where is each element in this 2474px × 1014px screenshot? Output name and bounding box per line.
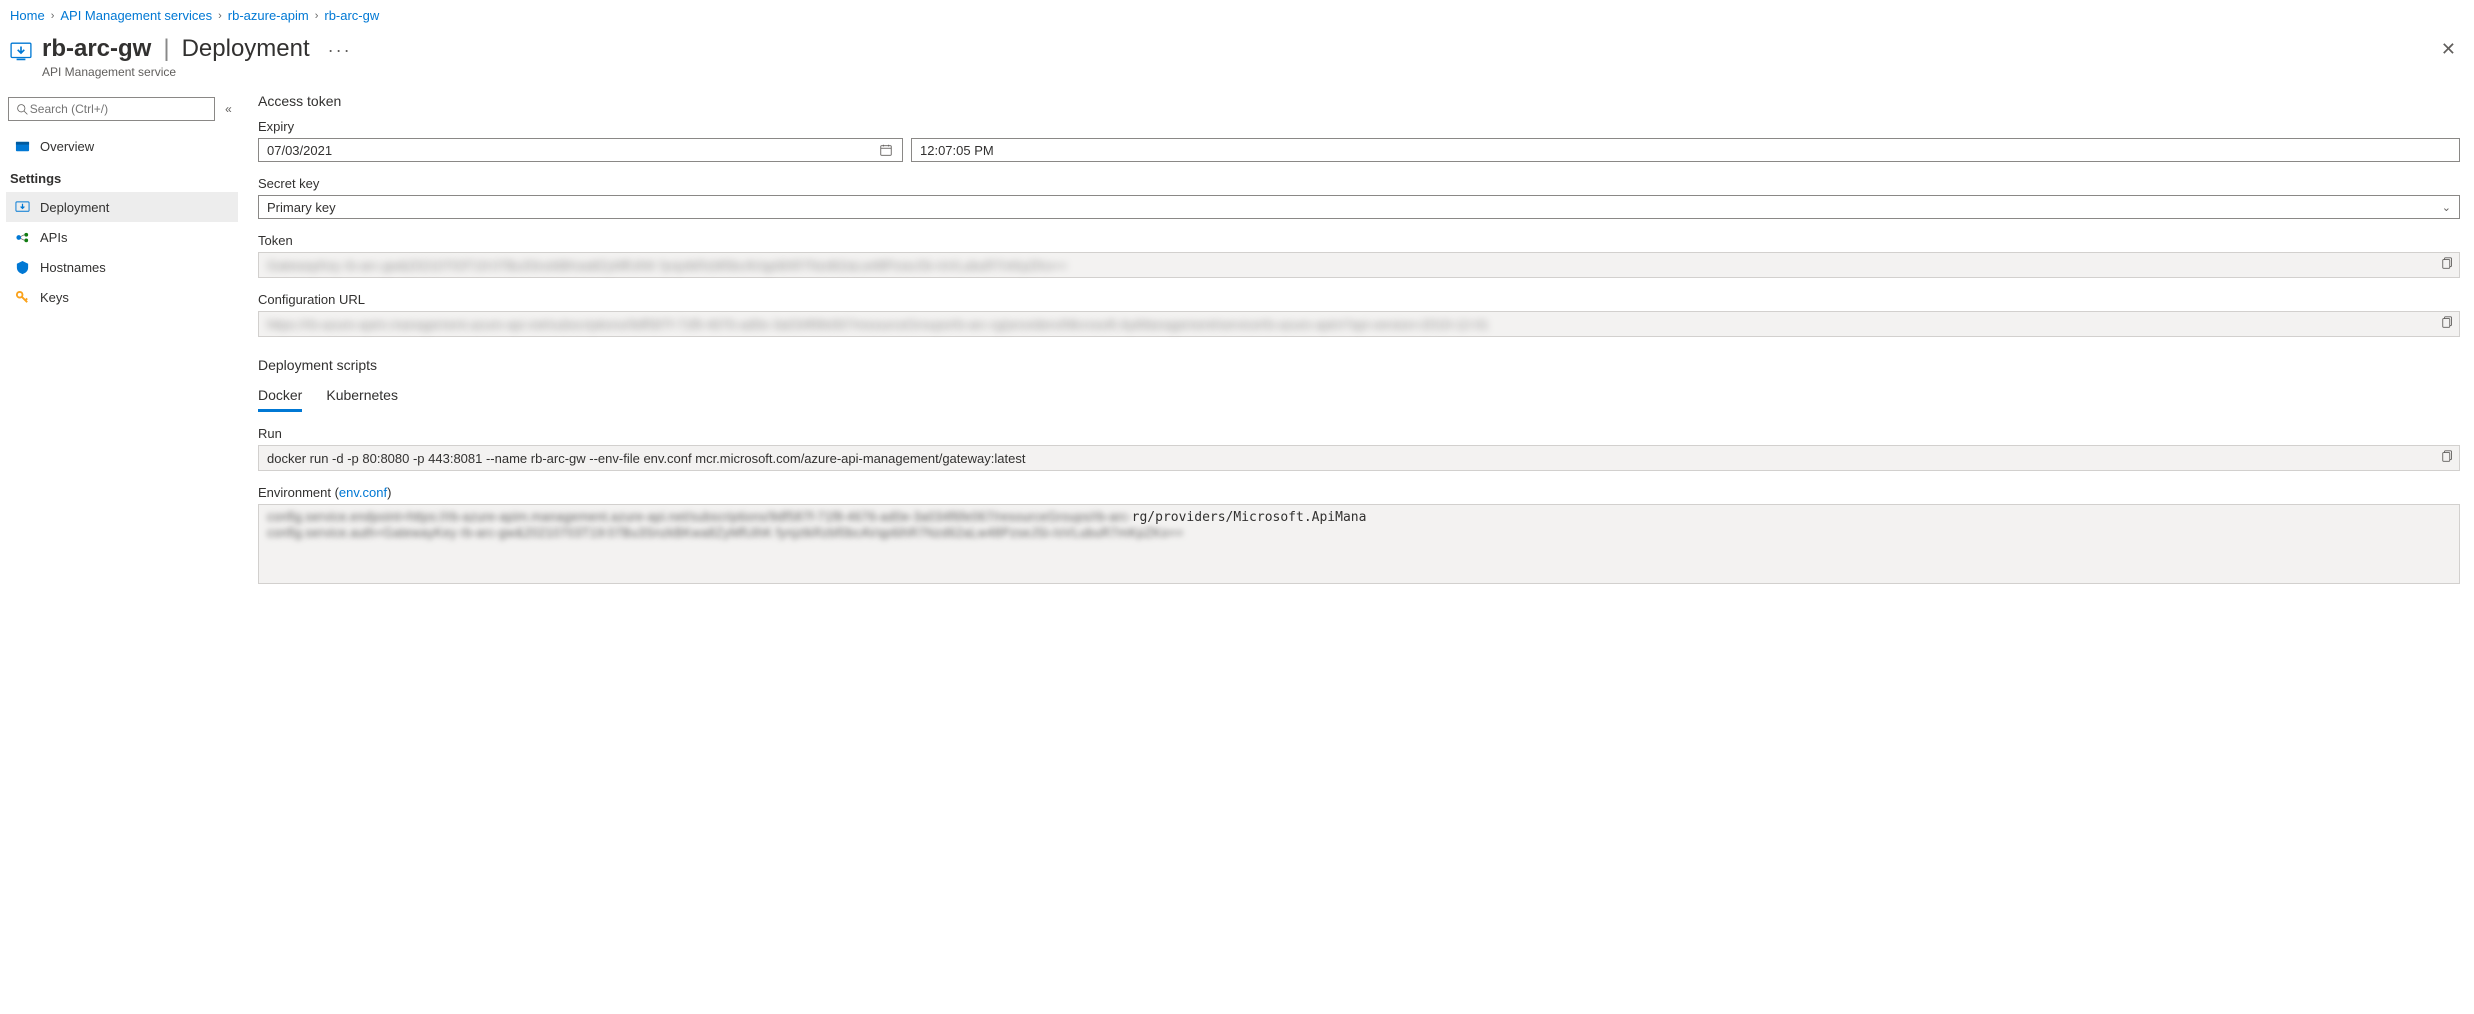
expiry-label: Expiry (258, 119, 2460, 134)
sidebar-item-label: Keys (40, 290, 69, 305)
sidebar-section-settings: Settings (6, 161, 238, 192)
main-content: Access token Expiry 07/03/2021 12:07:05 … (238, 89, 2474, 618)
run-label: Run (258, 426, 2460, 441)
expiry-time-value: 12:07:05 PM (920, 143, 994, 158)
hostnames-icon (14, 259, 30, 275)
config-url-value: https://rb-azure-apim.management.azure-a… (267, 317, 1489, 332)
expiry-date-input[interactable]: 07/03/2021 (258, 138, 903, 162)
breadcrumb: Home › API Management services › rb-azur… (0, 0, 2474, 31)
breadcrumb-home[interactable]: Home (10, 8, 45, 23)
chevron-right-icon: › (315, 10, 319, 22)
overview-icon (14, 138, 30, 154)
title-separator: | (163, 35, 169, 63)
deployment-tabs: Docker Kubernetes (258, 387, 2460, 412)
tab-kubernetes[interactable]: Kubernetes (326, 387, 398, 412)
secret-key-value: Primary key (267, 200, 336, 215)
page-title: Deployment (182, 35, 310, 63)
expiry-time-input[interactable]: 12:07:05 PM (911, 138, 2460, 162)
run-value: docker run -d -p 80:8080 -p 443:8081 --n… (267, 451, 1025, 466)
token-value: GatewayKey rb-arc-gw&20210703T19:07Bu3Sn… (267, 258, 1067, 273)
sidebar-item-label: Hostnames (40, 260, 106, 275)
breadcrumb-rb-arc-gw[interactable]: rb-arc-gw (324, 8, 379, 23)
sidebar-item-overview[interactable]: Overview (6, 131, 238, 161)
calendar-icon[interactable] (878, 142, 894, 158)
copy-token-button[interactable] (2441, 256, 2455, 273)
access-token-heading: Access token (258, 93, 2460, 109)
environment-label: Environment (env.conf) (258, 485, 2460, 500)
secret-key-select[interactable]: Primary key ⌄ (258, 195, 2460, 219)
close-button[interactable]: ✕ (2437, 35, 2460, 64)
env-line1-visible: rg/providers/Microsoft.ApiMana (1132, 510, 1367, 525)
chevron-right-icon: › (51, 10, 55, 22)
sidebar-item-label: Deployment (40, 200, 109, 215)
env-conf-link[interactable]: env.conf (339, 485, 387, 500)
sidebar-item-label: Overview (40, 139, 94, 154)
resource-name: rb-arc-gw (42, 35, 151, 63)
sidebar-item-apis[interactable]: APIs (6, 222, 238, 252)
chevron-right-icon: › (218, 10, 222, 22)
deployment-icon (14, 199, 30, 215)
more-actions-button[interactable]: ··· (328, 40, 352, 61)
deployment-scripts-heading: Deployment scripts (258, 357, 2460, 373)
sidebar: » Overview Settings Deployment APIs (0, 89, 238, 618)
tab-docker[interactable]: Docker (258, 387, 302, 412)
breadcrumb-apim-services[interactable]: API Management services (60, 8, 212, 23)
sidebar-item-deployment[interactable]: Deployment (6, 192, 238, 222)
copy-config-url-button[interactable] (2441, 315, 2455, 332)
expiry-date-value: 07/03/2021 (267, 143, 332, 158)
sidebar-item-hostnames[interactable]: Hostnames (6, 252, 238, 282)
config-url-label: Configuration URL (258, 292, 2460, 307)
sidebar-item-label: APIs (40, 230, 67, 245)
sidebar-search-input[interactable] (30, 102, 209, 116)
token-field[interactable]: GatewayKey rb-arc-gw&20210703T19:07Bu3Sn… (258, 252, 2460, 278)
collapse-sidebar-button[interactable]: » (225, 102, 232, 116)
run-field[interactable]: docker run -d -p 80:8080 -p 443:8081 --n… (258, 445, 2460, 471)
env-line1-blurred: config.service.endpoint=https://rb-azure… (267, 509, 1132, 524)
keys-icon (14, 289, 30, 305)
secret-key-label: Secret key (258, 176, 2460, 191)
config-url-field[interactable]: https://rb-azure-apim.management.azure-a… (258, 311, 2460, 337)
deployment-icon (10, 41, 32, 63)
sidebar-item-keys[interactable]: Keys (6, 282, 238, 312)
resource-type-label: API Management service (42, 65, 352, 79)
page-header: rb-arc-gw | Deployment ··· API Managemen… (0, 31, 2474, 89)
search-icon (15, 101, 30, 117)
environment-field[interactable]: config.service.endpoint=https://rb-azure… (258, 504, 2460, 584)
apis-icon (14, 229, 30, 245)
token-label: Token (258, 233, 2460, 248)
breadcrumb-rb-azure-apim[interactable]: rb-azure-apim (228, 8, 309, 23)
env-line2-blurred: config.service.auth=GatewayKey rb-arc-gw… (267, 525, 1183, 540)
sidebar-search[interactable] (8, 97, 215, 121)
chevron-down-icon: ⌄ (2442, 201, 2451, 214)
copy-run-button[interactable] (2441, 449, 2455, 466)
